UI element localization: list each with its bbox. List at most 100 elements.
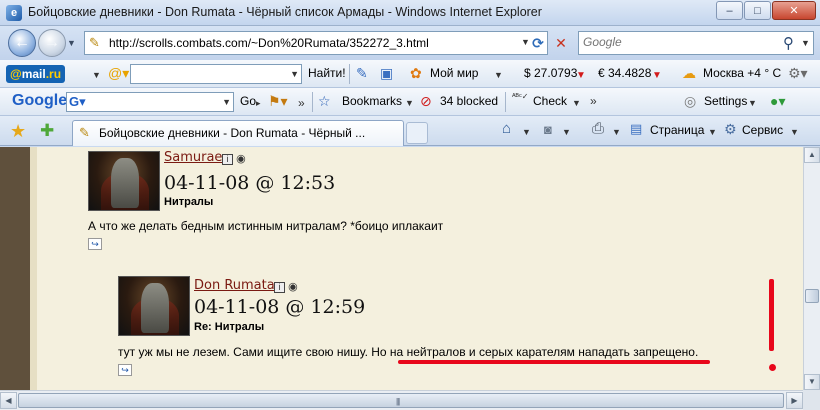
camera-icon[interactable]: ◉ (236, 153, 246, 165)
address-bar[interactable]: ✎ http://scrolls.combats.com/~Don%20Ruma… (84, 31, 548, 55)
active-tab[interactable]: ✎ Бойцовские дневники - Don Rumata - Чёр… (72, 120, 404, 146)
tab-title[interactable]: Бойцовские дневники - Don Rumata - Чёрны… (99, 126, 365, 140)
add-favorites-icon[interactable]: ✚ (40, 121, 54, 141)
window-title: Бойцовские дневники - Don Rumata - Чёрны… (28, 5, 542, 19)
tab-favicon-icon: ✎ (79, 125, 90, 140)
check-button[interactable]: Check (533, 94, 567, 108)
close-button[interactable]: ✕ (772, 1, 816, 20)
post-date: 04-11-08 @ 12:53 (164, 172, 336, 194)
my-world-dropdown-icon[interactable]: ▼ (494, 70, 503, 80)
home-icon[interactable]: ⌂ (502, 120, 511, 137)
google-g-icon: G▾ (69, 94, 86, 109)
check-dropdown-icon[interactable]: ▼ (572, 98, 581, 108)
red-underline-annotation (398, 360, 710, 364)
post-subject: Re: Нитралы (194, 321, 265, 333)
page-favicon-icon: ✎ (89, 35, 100, 50)
bookmarks-dropdown-icon[interactable]: ▼ (405, 98, 414, 108)
mailru-toolbar: @mail.ru ▼ @▾ ▼ Найти! ✎ ▣ ✿ Мой мир ▼ $… (0, 60, 820, 88)
vertical-scroll-thumb[interactable] (805, 289, 819, 303)
vertical-scrollbar[interactable]: ▲ ▼ (803, 147, 820, 390)
forward-button[interactable]: → (38, 29, 66, 57)
favorites-star-icon[interactable]: ★ (10, 121, 26, 142)
print-dropdown-icon[interactable]: ▼ (612, 127, 621, 137)
stop-button[interactable]: ✕ (550, 32, 572, 54)
page-search-icon[interactable]: ▣ (380, 65, 393, 82)
tools-gear-icon: ⚙ (724, 121, 737, 137)
scrollbar-corner (803, 390, 820, 410)
avatar (118, 276, 190, 336)
grip-icon: ||| (396, 397, 400, 406)
recent-pages-dropdown[interactable]: ▼ (67, 38, 76, 48)
refresh-button[interactable]: ⟳ (527, 32, 549, 54)
search-options-icon[interactable]: ▼ (801, 38, 810, 48)
google-account-icon[interactable]: ●▾ (770, 93, 785, 110)
post-author-link[interactable]: Samurae (164, 150, 222, 165)
author-icons: i ◉ (222, 152, 246, 165)
reply-icon[interactable]: ↪ (118, 364, 132, 376)
settings-icon: ◎ (684, 93, 697, 109)
print-icon[interactable]: ⎙ (592, 120, 604, 137)
window-titlebar: e Бойцовские дневники - Don Rumata - Чёр… (0, 0, 820, 26)
window-controls: ‒ □ ✕ (715, 1, 816, 20)
minimize-button[interactable]: ‒ (716, 1, 743, 20)
google-more-icon[interactable]: » (298, 96, 305, 110)
toolbar-overflow-icon[interactable]: » (590, 94, 597, 108)
usd-rate[interactable]: $ 27.0793 (524, 66, 577, 80)
tools-icon[interactable]: ⚙▾ (788, 65, 808, 82)
info-icon[interactable]: i (222, 154, 233, 165)
feeds-dropdown-icon[interactable]: ▼ (562, 127, 571, 137)
toolbar-separator (349, 64, 350, 84)
popup-blocked-count[interactable]: 34 blocked (440, 94, 498, 108)
new-tab-button[interactable] (406, 122, 428, 144)
scroll-right-icon[interactable]: ▶ (786, 392, 803, 409)
google-tools-icon[interactable]: ⚑▾ (268, 93, 288, 110)
google-go-button[interactable]: Go (240, 94, 256, 108)
search-box[interactable]: ⚲ ▼ (578, 31, 814, 55)
eur-rate[interactable]: € 34.4828 (598, 66, 651, 80)
usd-down-icon: ▼ (576, 70, 586, 81)
find-button[interactable]: Найти! (308, 66, 346, 80)
tools-menu[interactable]: Сервис (742, 123, 783, 137)
bookmarks-button[interactable]: Bookmarks (342, 94, 402, 108)
reply-icon[interactable]: ↪ (88, 238, 102, 250)
search-icon[interactable]: ⚲ (783, 34, 794, 52)
scroll-left-icon[interactable]: ◀ (0, 392, 17, 409)
post-author-link[interactable]: Don Rumata (194, 278, 275, 293)
settings-button[interactable]: Settings (704, 94, 747, 108)
horizontal-scroll-thumb[interactable]: ||| (18, 393, 784, 408)
info-icon[interactable]: i (274, 282, 285, 293)
bookmarks-star-icon: ☆ (318, 93, 331, 109)
search-input[interactable] (583, 35, 773, 49)
author-icons: i ◉ (274, 280, 298, 293)
home-dropdown-icon[interactable]: ▼ (522, 127, 531, 137)
feeds-icon[interactable]: ◙ (544, 122, 552, 137)
google-search-input[interactable]: G▾ ▼ (66, 92, 234, 112)
scroll-down-icon[interactable]: ▼ (804, 374, 820, 390)
mailru-logo[interactable]: @mail.ru (6, 65, 66, 83)
tools-menu-dropdown-icon[interactable]: ▼ (790, 127, 799, 137)
page-left-border-inner (30, 147, 37, 390)
google-logo[interactable]: Google (12, 92, 67, 110)
my-world-button[interactable]: Мой мир (430, 66, 478, 80)
ie-icon: e (6, 5, 22, 21)
settings-dropdown-icon[interactable]: ▼ (748, 98, 757, 108)
scroll-up-icon[interactable]: ▲ (804, 147, 820, 163)
maximize-button[interactable]: □ (744, 1, 771, 20)
eur-down-icon: ▼ (652, 70, 662, 81)
back-button[interactable]: ← (8, 29, 36, 57)
url-text[interactable]: http://scrolls.combats.com/~Don%20Rumata… (109, 36, 429, 50)
forum-post-reply: Don Rumata i ◉ 04-11-08 @ 12:59 Re: Нитр… (114, 272, 800, 387)
camera-icon[interactable]: ◉ (288, 281, 298, 293)
red-exclamation-dot (769, 364, 776, 371)
weather-text[interactable]: Москва +4 ° C (703, 66, 781, 80)
mailru-search-engine-icon[interactable]: @▾ (108, 65, 129, 82)
tab-row: ★ ✚ ✎ Бойцовские дневники - Don Rumata -… (0, 116, 820, 146)
highlight-icon[interactable]: ✎ (356, 65, 368, 82)
page-menu-dropdown-icon[interactable]: ▼ (708, 127, 717, 137)
mailru-menu-icon[interactable]: ▼ (92, 70, 101, 80)
mailru-search-input[interactable]: ▼ (130, 64, 302, 84)
post-date: 04-11-08 @ 12:59 (194, 296, 366, 318)
horizontal-scrollbar[interactable]: ◀ ||| ▶ (0, 390, 803, 410)
google-go-dropdown-icon[interactable]: ▸ (256, 98, 261, 109)
page-menu[interactable]: Страница (650, 123, 704, 137)
